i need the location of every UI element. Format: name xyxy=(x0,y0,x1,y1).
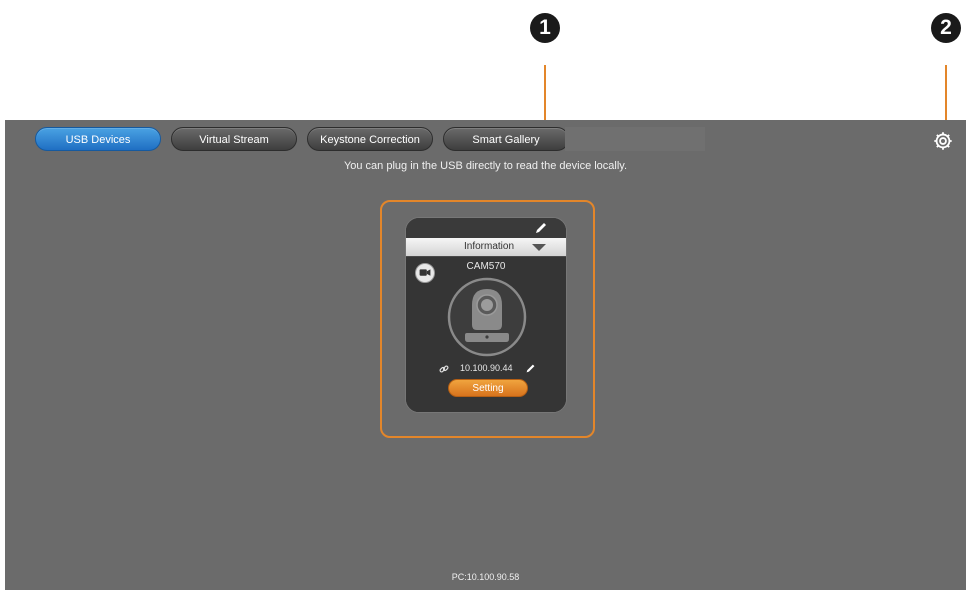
chevron-down-icon xyxy=(532,244,546,251)
callout-line-2 xyxy=(945,65,947,127)
device-ip: 10.100.90.44 xyxy=(460,363,513,373)
device-model: CAM570 xyxy=(466,261,506,272)
tab-usb-devices[interactable]: USB Devices xyxy=(35,127,161,151)
callout-number-2: 2 xyxy=(931,13,961,43)
device-ip-row: 10.100.90.44 xyxy=(406,362,566,376)
tab-bar: USB Devices Virtual Stream Keystone Corr… xyxy=(35,127,569,153)
information-label: Information xyxy=(464,241,515,252)
tab-smart-gallery[interactable]: Smart Gallery xyxy=(443,127,569,151)
pencil-icon[interactable] xyxy=(534,221,548,235)
settings-gear-icon[interactable] xyxy=(932,130,954,152)
usb-hint-text: You can plug in the USB directly to read… xyxy=(343,160,628,172)
tab-virtual-stream[interactable]: Virtual Stream xyxy=(171,127,297,151)
tab-keystone-correction[interactable]: Keystone Correction xyxy=(307,127,433,151)
setting-button[interactable]: Setting xyxy=(448,379,528,397)
link-icon xyxy=(439,365,449,373)
card-body: CAM570 10.100.90.44 Setting xyxy=(406,256,566,412)
tab-bar-spacer xyxy=(565,127,705,151)
card-header xyxy=(406,218,566,238)
ptz-camera-image xyxy=(447,277,527,357)
app-window: USB Devices Virtual Stream Keystone Corr… xyxy=(5,120,966,590)
device-card[interactable]: Information CAM570 10.100.90.44 Setting xyxy=(405,217,567,413)
pencil-icon[interactable] xyxy=(525,363,536,374)
information-dropdown[interactable]: Information xyxy=(406,238,566,256)
callout-number-1: 1 xyxy=(530,13,560,43)
pc-ip-footer: PC:10.100.90.58 xyxy=(451,572,520,582)
